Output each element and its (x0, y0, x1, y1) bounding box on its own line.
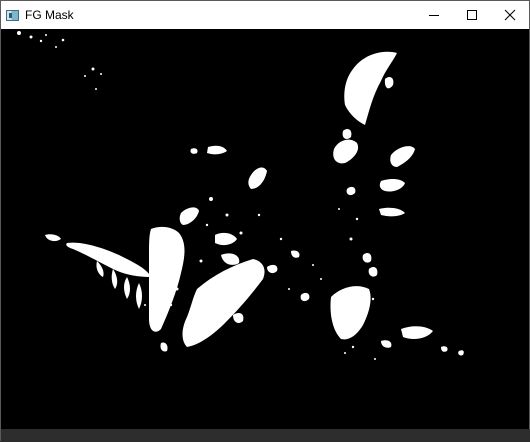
close-button[interactable] (491, 1, 529, 29)
minimize-icon (429, 15, 439, 16)
bottom-bar (1, 429, 530, 442)
fg-mask-window: FG Mask (0, 0, 530, 442)
close-icon (504, 9, 516, 21)
window-title: FG Mask (25, 8, 74, 22)
mask-canvas (1, 29, 529, 426)
maximize-icon (467, 10, 477, 20)
maximize-button[interactable] (453, 1, 491, 29)
foreground-mask-image (1, 29, 529, 426)
window-app-icon[interactable] (6, 9, 19, 21)
minimize-button[interactable] (415, 1, 453, 29)
title-bar[interactable]: FG Mask (1, 1, 529, 29)
